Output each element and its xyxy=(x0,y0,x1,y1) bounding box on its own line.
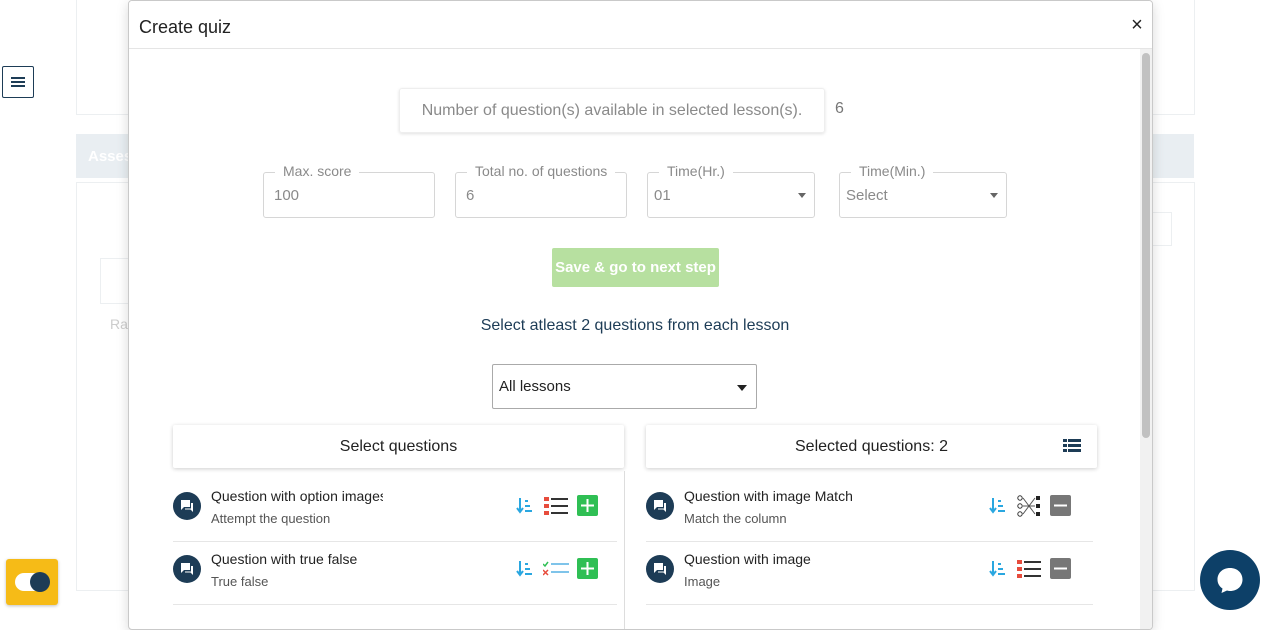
select-questions-header: Select questions xyxy=(173,425,624,468)
question-subtitle: Image xyxy=(684,574,721,589)
selected-questions-header: Selected questions: 2 xyxy=(646,425,1097,468)
hamburger-icon xyxy=(11,77,25,87)
max-score-label: Max. score xyxy=(275,163,360,179)
question-title: Question with true false xyxy=(211,551,358,567)
match-column-icon[interactable] xyxy=(1016,495,1042,517)
available-questions-box: Number of question(s) available in selec… xyxy=(399,88,825,133)
scrollbar-thumb[interactable] xyxy=(1142,53,1150,438)
question-icon xyxy=(646,555,674,583)
max-score-field[interactable]: Max. score 100 xyxy=(263,163,435,218)
checklist-icon[interactable] xyxy=(543,495,569,517)
remove-icon[interactable] xyxy=(1050,495,1071,516)
remove-icon[interactable] xyxy=(1050,558,1071,579)
save-next-step-button[interactable]: Save & go to next step xyxy=(552,248,719,287)
available-questions-label: Number of question(s) available in selec… xyxy=(421,101,803,119)
time-hr-value: 01 xyxy=(654,187,671,204)
sort-order-icon[interactable] xyxy=(986,495,1008,517)
chevron-down-icon xyxy=(737,385,747,391)
chat-bubble-icon xyxy=(1217,568,1243,593)
select-questions-title: Select questions xyxy=(339,437,458,455)
sort-order-icon[interactable] xyxy=(986,558,1008,580)
background-field-label: Ra xyxy=(110,316,128,332)
add-icon[interactable] xyxy=(577,495,598,516)
lesson-select-value: All lessons xyxy=(499,378,571,395)
time-min-label: Time(Min.) xyxy=(851,163,934,179)
selection-instruction: Select atleast 2 questions from each les… xyxy=(480,317,790,334)
total-questions-value: 6 xyxy=(466,187,475,204)
question-subtitle: Match the column xyxy=(684,511,787,526)
sort-order-icon[interactable] xyxy=(513,558,535,580)
total-questions-field[interactable]: Total no. of questions 6 xyxy=(455,163,627,218)
question-icon xyxy=(173,492,201,520)
background-section-label: Asses xyxy=(88,148,133,165)
selected-questions-title: Selected questions: 2 xyxy=(795,437,948,455)
question-icon xyxy=(646,492,674,520)
chevron-down-icon xyxy=(798,193,806,198)
max-score-value: 100 xyxy=(274,187,300,204)
chevron-down-icon xyxy=(990,193,998,198)
time-hr-select[interactable]: Time(Hr.) 01 xyxy=(647,163,815,218)
list-item: Question with option images Attempt the … xyxy=(173,478,617,542)
total-questions-label: Total no. of questions xyxy=(467,163,616,179)
question-icon xyxy=(173,555,201,583)
chat-button[interactable] xyxy=(1200,550,1260,610)
time-hr-label: Time(Hr.) xyxy=(659,163,733,179)
true-false-icon[interactable] xyxy=(543,558,569,580)
list-item: Question with image Match Match the colu… xyxy=(646,478,1093,542)
toggle-knob xyxy=(30,572,50,592)
time-min-value: Select xyxy=(846,187,888,204)
list-item: Question with image Image xyxy=(646,541,1093,605)
theme-toggle[interactable] xyxy=(6,559,58,605)
available-questions-count: 6 xyxy=(835,100,844,117)
question-title: Question with image xyxy=(684,551,811,567)
list-item: Question with true false True false xyxy=(173,541,617,605)
question-subtitle: Attempt the question xyxy=(211,511,331,526)
checklist-icon[interactable] xyxy=(1016,558,1042,580)
question-subtitle: True false xyxy=(211,574,269,589)
create-quiz-modal: Create quiz × Number of question(s) avai… xyxy=(128,0,1153,630)
panel-divider xyxy=(624,471,625,629)
add-icon[interactable] xyxy=(577,558,598,579)
question-title: Question with option images xyxy=(211,488,383,504)
list-view-icon[interactable] xyxy=(1063,439,1081,458)
modal-header: Create quiz × xyxy=(129,1,1152,49)
modal-scrollbar[interactable] xyxy=(1140,49,1152,629)
modal-title: Create quiz xyxy=(139,17,232,37)
hamburger-menu-button[interactable] xyxy=(2,66,34,98)
close-icon[interactable]: × xyxy=(1128,15,1146,35)
time-min-select[interactable]: Time(Min.) Select xyxy=(839,163,1007,218)
sort-order-icon[interactable] xyxy=(513,495,535,517)
lesson-select[interactable]: All lessons xyxy=(492,364,757,409)
question-title: Question with image Match xyxy=(684,488,853,504)
